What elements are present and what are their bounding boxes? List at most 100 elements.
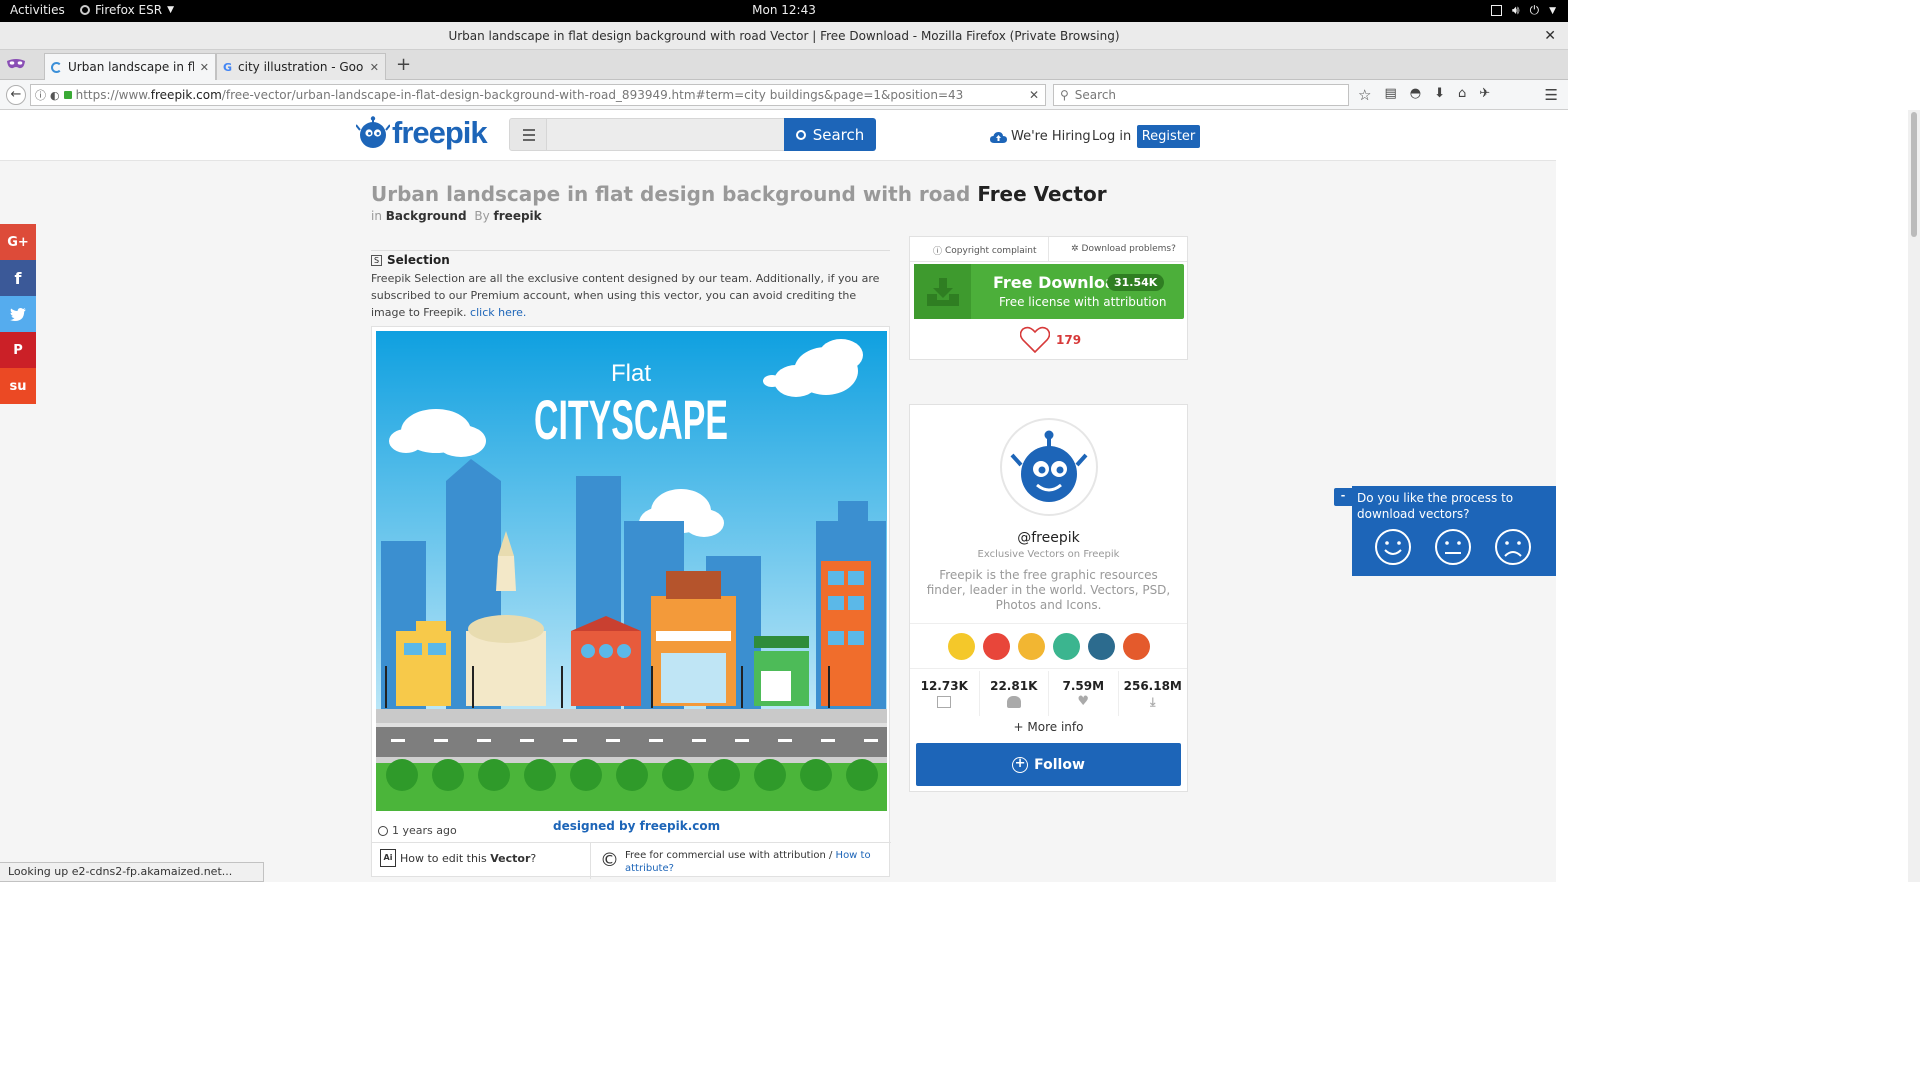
chevron-down-icon: ▼ (1549, 5, 1556, 16)
how-to-edit-link[interactable]: Ai How to edit this Vector? (380, 849, 536, 867)
category-link[interactable]: Background (386, 209, 467, 223)
stat-followers: 22.81K (980, 671, 1049, 716)
download-count-badge: 31.54K (1107, 274, 1165, 291)
power-icon: ⏻ (1529, 3, 1540, 17)
tracking-shield-icon: ◐ (50, 88, 60, 102)
back-button[interactable]: ← (6, 85, 26, 105)
badge-icon (947, 632, 975, 660)
register-button[interactable]: Register (1137, 125, 1200, 148)
vector-preview: Flat CITYSCAPE 1 years ago designed by f… (371, 326, 891, 879)
url-text: https://www.freepik.com/free-vector/urba… (76, 88, 1019, 102)
volume-icon: 🔊︎ (1512, 3, 1520, 17)
share-facebook-button[interactable]: f (0, 260, 36, 296)
freepik-robot-icon (356, 116, 390, 148)
author-card: @freepik Exclusive Vectors on Freepik Fr… (909, 404, 1188, 792)
downloads-icon[interactable]: ⬇ (1434, 86, 1445, 104)
download-problems-link[interactable]: ✲ Download problems? (1071, 244, 1176, 254)
neutral-face-icon[interactable] (1434, 528, 1472, 566)
license-info: © Free for commercial use with attributi… (600, 849, 880, 875)
hamburger-icon (523, 129, 535, 141)
like-count: 179 (1056, 332, 1082, 347)
freepik-logo[interactable]: freepik (356, 115, 488, 151)
url-prefix: https://www. (75, 88, 151, 102)
search-button-label: Search (812, 125, 865, 144)
badge-icon (1017, 632, 1045, 660)
share-google-plus-button[interactable]: G+ (0, 224, 36, 260)
reading-list-icon[interactable]: ▤ (1384, 86, 1396, 104)
license-label: Free license with attribution (999, 295, 1167, 309)
stat-value: 22.81K (990, 679, 1038, 693)
share-pinterest-button[interactable]: P (0, 332, 36, 368)
page-title: Urban landscape in flat design backgroun… (371, 182, 1107, 206)
selection-click-here-link[interactable]: click here. (470, 306, 526, 319)
stat-value: 256.18M (1123, 679, 1182, 693)
resource-title: Urban landscape in flat design backgroun… (371, 182, 971, 206)
logo-text: freepik (392, 115, 488, 150)
hiring-link[interactable]: We're Hiring (990, 129, 1091, 144)
site-search-button[interactable]: Search (784, 118, 876, 151)
author-link[interactable]: freepik (494, 209, 542, 223)
private-browsing-icon (6, 57, 26, 71)
happy-face-icon[interactable] (1374, 528, 1412, 566)
selection-description: Freepik Selection are all the exclusive … (371, 270, 890, 321)
sad-face-icon[interactable] (1494, 528, 1532, 566)
loading-icon (51, 61, 62, 73)
share-twitter-button[interactable] (0, 296, 36, 332)
stat-downloads: 256.18M ⤓ (1119, 671, 1188, 716)
twitter-bird-icon (10, 307, 26, 321)
share-stumbleupon-button[interactable]: su (0, 368, 36, 404)
how-to-edit-text: How to edit this Vector? (400, 852, 536, 865)
close-tab-icon[interactable]: ✕ (200, 61, 209, 74)
bookmark-star-icon[interactable]: ☆ (1358, 86, 1371, 104)
extension-icon[interactable]: ✈ (1479, 86, 1490, 104)
copyright-complaint-link[interactable]: ⓘ Copyright complaint (933, 244, 1037, 258)
problems-label: Download problems? (1081, 244, 1176, 254)
page-scrollbar[interactable] (1908, 110, 1920, 882)
heart-icon: ♥ (1077, 694, 1090, 709)
copyright-label: Copyright complaint (945, 245, 1037, 256)
upload-time: 1 years ago (378, 824, 457, 837)
pocket-icon[interactable]: ◓ (1410, 86, 1421, 104)
site-search-input[interactable] (547, 118, 785, 151)
follow-button[interactable]: + Follow (916, 743, 1181, 786)
window-icon (1491, 5, 1503, 16)
download-icon: ⤓ (1150, 695, 1156, 709)
close-tab-icon[interactable]: ✕ (370, 61, 379, 74)
feedback-survey: Do you like the process to download vect… (1352, 486, 1556, 576)
login-link[interactable]: Log in (1092, 129, 1131, 144)
clock[interactable]: Mon 12:43 (0, 3, 1568, 17)
stat-likes: 7.59M ♥ (1049, 671, 1119, 716)
selection-heading-label: Selection (387, 253, 450, 267)
close-window-button[interactable]: ✕ (1544, 22, 1556, 50)
ai-file-icon: Ai (380, 849, 396, 867)
system-tray[interactable]: 🔊︎ ⏻ ▼ (1491, 3, 1556, 18)
author-handle[interactable]: @freepik (910, 530, 1187, 546)
scrollbar-thumb[interactable] (1911, 112, 1917, 237)
author-avatar[interactable] (1000, 418, 1098, 516)
menu-icon[interactable]: ☰ (1545, 86, 1558, 104)
lock-icon (63, 91, 72, 99)
new-tab-button[interactable]: + (396, 54, 411, 75)
by-label: By (474, 209, 490, 223)
edit-prefix: How to edit this (400, 851, 487, 865)
badge-icon (982, 632, 1010, 660)
window-title: Urban landscape in flat design backgroun… (448, 29, 1120, 43)
license-text: Free for commercial use with attribution… (625, 850, 833, 861)
categories-menu-button[interactable] (509, 118, 547, 151)
like-button[interactable]: 179 (1020, 326, 1081, 353)
edit-license-row: Ai How to edit this Vector? © Free for c… (372, 842, 891, 879)
badge-icon (1122, 632, 1150, 660)
clear-url-icon[interactable]: ✕ (1023, 88, 1045, 102)
free-download-button[interactable]: Free Download 31.54K Free license with a… (914, 264, 1184, 319)
tab-freepik[interactable]: Urban landscape in fla... ✕ (44, 53, 216, 80)
search-icon (795, 129, 806, 140)
url-bar[interactable]: ⓘ ◐ https://www.freepik.com/free-vector/… (30, 84, 1046, 106)
url-path: /free-vector/urban-landscape-in-flat-des… (221, 88, 964, 102)
cityscape-preview-image[interactable]: Flat CITYSCAPE (376, 331, 887, 811)
site-header: freepik Search We're Hiring Log in Regis… (0, 110, 1556, 161)
tab-google[interactable]: G city illustration - Goog... ✕ (216, 53, 386, 80)
home-icon[interactable]: ⌂ (1458, 86, 1466, 104)
more-info-link[interactable]: + More info (910, 720, 1187, 734)
survey-collapse-button[interactable]: - (1334, 488, 1352, 506)
browser-search-input[interactable]: ⚲ Search (1053, 84, 1349, 106)
